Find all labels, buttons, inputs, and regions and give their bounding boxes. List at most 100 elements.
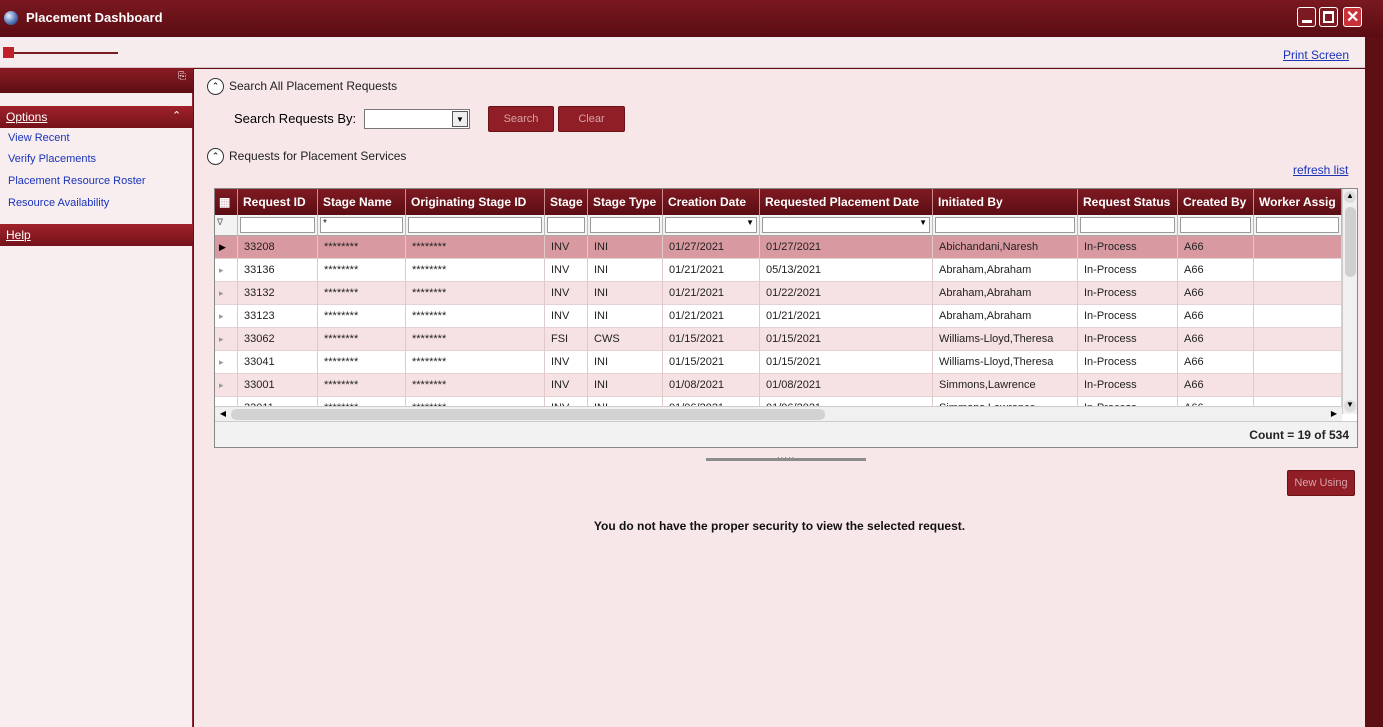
sidebar-item-resource-availability[interactable]: Resource Availability <box>8 197 109 209</box>
column-header-requested-placement-date[interactable]: Requested Placement Date <box>760 189 933 215</box>
splitter-grip-icon[interactable]: ····· <box>777 453 795 462</box>
row-indicator-icon[interactable]: ▸ <box>215 374 238 397</box>
cell-creation-date[interactable]: 01/27/2021 <box>663 236 760 259</box>
cell-creation-date[interactable]: 01/08/2021 <box>663 374 760 397</box>
cell-request-id[interactable]: 33136 <box>238 259 318 282</box>
sidebar-item-view-recent[interactable]: View Recent <box>8 132 70 144</box>
filter-request-status[interactable] <box>1080 217 1175 233</box>
collapse-search-icon[interactable]: ⌃ <box>207 78 224 95</box>
filter-creation-date[interactable]: ▼ <box>665 217 757 233</box>
cell-worker-assigned[interactable] <box>1254 328 1342 351</box>
cell-originating-stage-id[interactable]: ******** <box>406 328 545 351</box>
scroll-right-icon[interactable]: ▶ <box>1328 409 1340 420</box>
column-header-created-by[interactable]: Created By <box>1178 189 1254 215</box>
cell-request-status[interactable]: In-Process <box>1078 282 1178 305</box>
filter-dropdown-icon[interactable]: ▼ <box>919 218 927 227</box>
table-row[interactable]: ▸ 33136 ******** ******** INV INI 01/21/2021 05… <box>215 259 1342 282</box>
column-header-request-status[interactable]: Request Status <box>1078 189 1178 215</box>
scroll-up-icon[interactable]: ▲ <box>1344 191 1356 203</box>
vertical-scroll-thumb[interactable] <box>1345 207 1356 277</box>
cell-creation-date[interactable]: 01/21/2021 <box>663 282 760 305</box>
cell-stage-name[interactable]: ******** <box>318 305 406 328</box>
column-chooser-icon[interactable]: ▦ <box>215 189 238 215</box>
cell-created-by[interactable]: A66 <box>1178 259 1254 282</box>
collapse-chevron-icon[interactable]: ⌃ <box>172 109 181 122</box>
row-indicator-icon[interactable]: ▸ <box>215 259 238 282</box>
cell-requested-placement-date[interactable]: 05/13/2021 <box>760 259 933 282</box>
cell-requested-placement-date[interactable]: 01/15/2021 <box>760 351 933 374</box>
table-row[interactable]: ▸ 33132 ******** ******** INV INI 01/21/2021 01… <box>215 282 1342 305</box>
cell-stage-name[interactable]: ******** <box>318 351 406 374</box>
search-by-select[interactable]: ▼ <box>364 109 470 129</box>
cell-request-id[interactable]: 33062 <box>238 328 318 351</box>
column-header-stage-type[interactable]: Stage Type <box>588 189 663 215</box>
cell-created-by[interactable]: A66 <box>1178 282 1254 305</box>
cell-stage-type[interactable]: INI <box>588 374 663 397</box>
cell-request-id[interactable]: 33001 <box>238 374 318 397</box>
table-row[interactable]: ▸ 33001 ******** ******** INV INI 01/08/2021 01… <box>215 374 1342 397</box>
cell-stage-type[interactable]: INI <box>588 351 663 374</box>
column-header-request-id[interactable]: Request ID <box>238 189 318 215</box>
filter-requested-placement-date[interactable]: ▼ <box>762 217 930 233</box>
cell-created-by[interactable]: A66 <box>1178 236 1254 259</box>
close-button[interactable]: ✕ <box>1343 7 1362 27</box>
cell-creation-date[interactable]: 01/21/2021 <box>663 259 760 282</box>
filter-request-id[interactable] <box>240 217 315 233</box>
zoom-slider-thumb[interactable] <box>3 47 14 58</box>
table-row[interactable]: ▸ 33041 ******** ******** INV INI 01/15/2021 01… <box>215 351 1342 374</box>
cell-request-id[interactable]: 33041 <box>238 351 318 374</box>
row-indicator-icon[interactable]: ▸ <box>215 351 238 374</box>
cell-request-status[interactable]: In-Process <box>1078 305 1178 328</box>
cell-initiated-by[interactable]: Abraham,Abraham <box>933 282 1078 305</box>
sidebar-item-verify-placements[interactable]: Verify Placements <box>8 153 96 165</box>
cell-worker-assigned[interactable] <box>1254 259 1342 282</box>
cell-requested-placement-date[interactable]: 01/08/2021 <box>760 374 933 397</box>
horizontal-scroll-thumb[interactable] <box>231 409 825 420</box>
cell-initiated-by[interactable]: Abraham,Abraham <box>933 259 1078 282</box>
collapse-requests-icon[interactable]: ⌃ <box>207 148 224 165</box>
filter-dropdown-icon[interactable]: ▼ <box>746 218 754 227</box>
cell-request-status[interactable]: In-Process <box>1078 236 1178 259</box>
filter-stage-type[interactable] <box>590 217 660 233</box>
cell-stage[interactable]: INV <box>545 351 588 374</box>
cell-request-id[interactable]: 33132 <box>238 282 318 305</box>
cell-stage-type[interactable]: INI <box>588 305 663 328</box>
filter-stage[interactable] <box>547 217 585 233</box>
cell-creation-date[interactable]: 01/15/2021 <box>663 351 760 374</box>
cell-initiated-by[interactable]: Simmons,Lawrence <box>933 374 1078 397</box>
sidebar-item-placement-resource-roster[interactable]: Placement Resource Roster <box>8 175 146 187</box>
cell-stage-type[interactable]: INI <box>588 259 663 282</box>
cell-originating-stage-id[interactable]: ******** <box>406 351 545 374</box>
cell-stage[interactable]: INV <box>545 259 588 282</box>
cell-request-status[interactable]: In-Process <box>1078 328 1178 351</box>
cell-stage-name[interactable]: ******** <box>318 236 406 259</box>
cell-stage-type[interactable]: CWS <box>588 328 663 351</box>
cell-stage-name[interactable]: ******** <box>318 259 406 282</box>
dropdown-arrow-icon[interactable]: ▼ <box>452 111 468 127</box>
cell-stage-name[interactable]: ******** <box>318 374 406 397</box>
cell-request-id[interactable]: 33123 <box>238 305 318 328</box>
cell-stage[interactable]: INV <box>545 374 588 397</box>
scroll-left-icon[interactable]: ◀ <box>217 409 229 420</box>
vertical-scrollbar[interactable]: ▲ ▼ <box>1342 189 1357 414</box>
cell-worker-assigned[interactable] <box>1254 282 1342 305</box>
refresh-list-link[interactable]: refresh list <box>1293 163 1348 177</box>
cell-request-id[interactable]: 33208 <box>238 236 318 259</box>
cell-originating-stage-id[interactable]: ******** <box>406 374 545 397</box>
cell-initiated-by[interactable]: Abichandani,Naresh <box>933 236 1078 259</box>
cell-stage-type[interactable]: INI <box>588 236 663 259</box>
cell-stage[interactable]: FSI <box>545 328 588 351</box>
row-indicator-icon[interactable]: ▶ <box>215 236 238 259</box>
scroll-down-icon[interactable]: ▼ <box>1344 400 1356 412</box>
cell-stage-name[interactable]: ******** <box>318 328 406 351</box>
cell-created-by[interactable]: A66 <box>1178 374 1254 397</box>
row-indicator-icon[interactable]: ▸ <box>215 328 238 351</box>
cell-originating-stage-id[interactable]: ******** <box>406 282 545 305</box>
search-button[interactable]: Search <box>488 106 554 132</box>
table-row[interactable]: ▸ 33062 ******** ******** FSI CWS 01/15/2021 01… <box>215 328 1342 351</box>
cell-created-by[interactable]: A66 <box>1178 328 1254 351</box>
cell-originating-stage-id[interactable]: ******** <box>406 305 545 328</box>
cell-initiated-by[interactable]: Williams-Lloyd,Theresa <box>933 351 1078 374</box>
new-using-button[interactable]: New Using <box>1287 470 1355 496</box>
zoom-slider-track[interactable] <box>14 52 118 54</box>
